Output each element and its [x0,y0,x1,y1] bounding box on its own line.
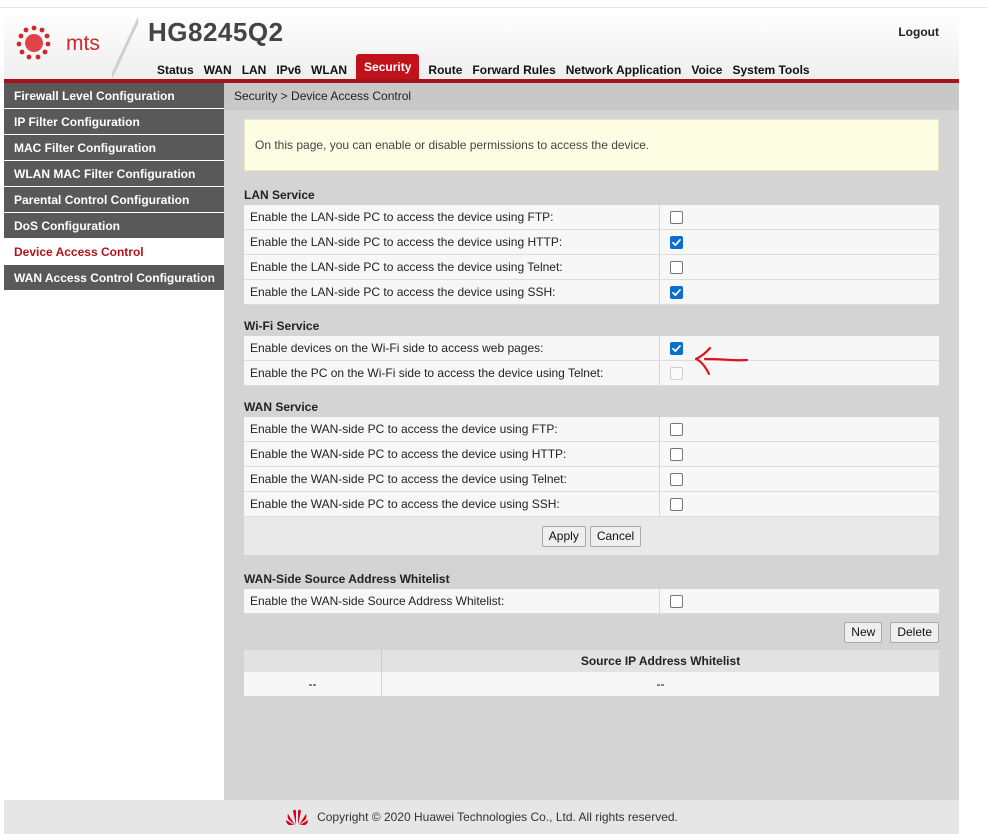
main-panel: Security > Device Access Control On this… [224,83,959,800]
wan-ftp-checkbox[interactable] [670,422,683,436]
row-label: Enable the LAN-side PC to access the dev… [244,205,660,229]
whitelist-button-bar: New Delete [244,614,939,650]
row-label: Enable the PC on the Wi-Fi side to acces… [244,361,660,385]
sidebar-item-parental-control[interactable]: Parental Control Configuration [4,187,224,213]
lan-ssh-row: Enable the LAN-side PC to access the dev… [244,280,939,305]
nav-ipv6[interactable]: IPv6 [271,60,306,80]
row-label: Enable the LAN-side PC to access the dev… [244,230,660,254]
lan-http-row: Enable the LAN-side PC to access the dev… [244,230,939,255]
nav-wan[interactable]: WAN [199,60,237,80]
wifi-service-list: Enable devices on the Wi-Fi side to acce… [244,336,939,386]
form-button-bar: Apply Cancel [244,517,939,555]
sidebar: Firewall Level Configuration IP Filter C… [4,83,224,800]
whitelist-enable-checkbox[interactable] [670,594,683,608]
checkmark-icon [672,288,681,296]
wan-http-checkbox[interactable] [670,447,683,461]
logo-text: mts [66,32,100,55]
wan-http-row: Enable the WAN-side PC to access the dev… [244,442,939,467]
sidebar-item-wan-access-control[interactable]: WAN Access Control Configuration [4,265,224,291]
table-cell: -- [656,677,665,691]
delete-button[interactable]: Delete [890,621,939,643]
sidebar-item-wlan-mac-filter[interactable]: WLAN MAC Filter Configuration [4,161,224,187]
wifi-telnet-row: Enable the PC on the Wi-Fi side to acces… [244,361,939,386]
wan-telnet-checkbox[interactable] [670,472,683,486]
lan-http-checkbox[interactable] [670,235,683,249]
wan-ssh-checkbox[interactable] [670,497,683,511]
main-nav: Status WAN LAN IPv6 WLAN Security Route … [152,54,815,80]
wifi-web-checkbox[interactable] [670,341,683,355]
checkmark-icon [672,238,681,246]
row-label: Enable the WAN-side Source Address White… [244,589,660,613]
nav-lan[interactable]: LAN [237,60,272,80]
mts-logo-icon [16,25,51,60]
wan-telnet-row: Enable the WAN-side PC to access the dev… [244,467,939,492]
row-label: Enable the WAN-side PC to access the dev… [244,467,660,491]
sidebar-item-dos[interactable]: DoS Configuration [4,213,224,239]
nav-route[interactable]: Route [423,60,467,80]
router-page: mts HG8245Q2 Logout Status WAN LAN IPv6 … [4,10,959,834]
checkmark-icon [672,344,681,352]
nav-system-tools[interactable]: System Tools [727,60,814,80]
header: mts HG8245Q2 Logout Status WAN LAN IPv6 … [4,10,959,80]
whitelist-enable-row: Enable the WAN-side Source Address White… [244,589,939,614]
wan-ftp-row: Enable the WAN-side PC to access the dev… [244,417,939,442]
new-button[interactable]: New [844,621,883,643]
copyright-text: Copyright © 2020 Huawei Technologies Co.… [317,810,678,824]
apply-button[interactable]: Apply [541,525,586,547]
select-column-header [244,650,382,672]
wifi-telnet-checkbox [670,366,683,380]
browser-top-edge [0,0,987,8]
wifi-service-title: Wi-Fi Service [244,319,320,333]
row-label: Enable the WAN-side PC to access the dev… [244,417,660,441]
breadcrumb: Security > Device Access Control [224,83,959,110]
wan-service-title: WAN Service [244,400,319,414]
lan-telnet-checkbox[interactable] [670,260,683,274]
nav-voice[interactable]: Voice [686,60,727,80]
row-label: Enable devices on the Wi-Fi side to acce… [244,336,660,360]
source-ip-column-header: Source IP Address Whitelist [580,654,741,668]
whitelist-title: WAN-Side Source Address Whitelist [244,572,450,586]
wan-ssh-row: Enable the WAN-side PC to access the dev… [244,492,939,517]
content: On this page, you can enable or disable … [244,119,939,696]
nav-network-application[interactable]: Network Application [561,60,687,80]
nav-forward-rules[interactable]: Forward Rules [467,60,560,80]
row-label: Enable the LAN-side PC to access the dev… [244,255,660,279]
lan-ftp-checkbox[interactable] [670,210,683,224]
table-row: -- -- [244,672,939,696]
model-title: HG8245Q2 [148,17,284,47]
info-box: On this page, you can enable or disable … [244,119,939,171]
row-label: Enable the WAN-side PC to access the dev… [244,492,660,516]
table-header: Source IP Address Whitelist [244,650,939,672]
lan-ftp-row: Enable the LAN-side PC to access the dev… [244,205,939,230]
sidebar-item-mac-filter[interactable]: MAC Filter Configuration [4,135,224,161]
logo-divider [112,18,138,78]
nav-wlan[interactable]: WLAN [306,60,352,80]
cancel-button[interactable]: Cancel [589,525,642,547]
sidebar-item-device-access-control[interactable]: Device Access Control [4,239,224,265]
sidebar-item-firewall-level[interactable]: Firewall Level Configuration [4,83,224,109]
mts-logo: mts [4,10,138,80]
lan-telnet-row: Enable the LAN-side PC to access the dev… [244,255,939,280]
nav-security[interactable]: Security [356,54,420,80]
footer: Copyright © 2020 Huawei Technologies Co.… [4,800,959,834]
whitelist-table: Source IP Address Whitelist -- -- [244,650,939,696]
wifi-web-row: Enable devices on the Wi-Fi side to acce… [244,336,939,361]
red-arrow-annotation [694,346,749,376]
lan-service-list: Enable the LAN-side PC to access the dev… [244,205,939,305]
wan-service-list: Enable the WAN-side PC to access the dev… [244,417,939,517]
sidebar-item-ip-filter[interactable]: IP Filter Configuration [4,109,224,135]
lan-ssh-checkbox[interactable] [670,285,683,299]
row-label: Enable the WAN-side PC to access the dev… [244,442,660,466]
row-label: Enable the LAN-side PC to access the dev… [244,280,660,304]
logout-link[interactable]: Logout [898,25,939,39]
huawei-logo-icon [286,809,309,825]
nav-status[interactable]: Status [152,60,199,80]
table-cell: -- [244,672,382,696]
lan-service-title: LAN Service [244,188,315,202]
